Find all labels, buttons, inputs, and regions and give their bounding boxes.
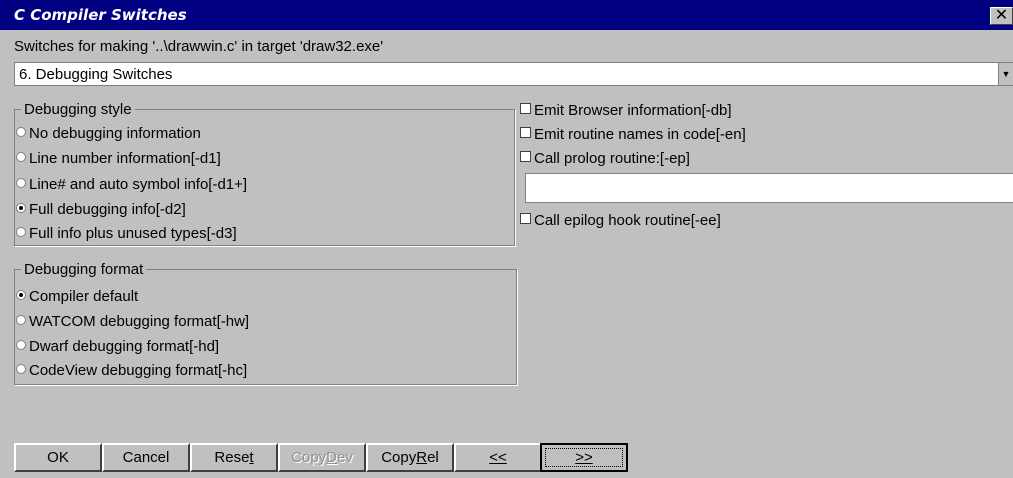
prolog-routine-input[interactable] — [525, 173, 1013, 203]
radio-full-unused-types[interactable]: Full info plus unused types[-d3] — [16, 225, 237, 243]
switches-description: Switches for making '..\drawwin.c' in ta… — [14, 38, 384, 55]
radio-icon — [16, 315, 26, 325]
checkbox-icon — [520, 151, 531, 162]
reset-label-mnemonic: t — [249, 449, 254, 466]
checkbox-icon — [520, 127, 531, 138]
copydev-button[interactable]: CopyDev — [278, 443, 366, 472]
radio-icon — [16, 152, 26, 162]
close-button[interactable]: ✕ — [990, 7, 1013, 25]
radio-line-number[interactable]: Line number information[-d1] — [16, 150, 221, 168]
radio-compiler-default[interactable]: Compiler default — [16, 288, 138, 306]
debugging-format-legend: Debugging format — [24, 261, 144, 278]
window-title: C Compiler Switches — [14, 6, 187, 24]
focus-ring — [545, 448, 623, 467]
radio-codeview-format[interactable]: CodeView debugging format[-hc] — [16, 362, 247, 380]
copydev-label-mnemonic: D — [326, 449, 338, 466]
radio-line-auto-symbol[interactable]: Line# and auto symbol info[-d1+] — [16, 176, 247, 194]
radio-icon — [16, 340, 26, 350]
radio-full-debugging[interactable]: Full debugging info[-d2] — [16, 201, 186, 219]
checkbox-label: Emit Browser information[-db] — [534, 102, 732, 119]
radio-label: Line# and auto symbol info[-d1+] — [29, 176, 248, 193]
radio-icon — [16, 127, 26, 137]
cancel-label: Cancel — [122, 449, 170, 466]
close-icon: ✕ — [994, 7, 1009, 24]
checkbox-label: Emit routine names in code[-en] — [534, 126, 746, 143]
switch-category-value: 6. Debugging Switches — [19, 66, 173, 83]
checkbox-icon — [520, 103, 531, 114]
radio-selected-icon — [16, 203, 26, 213]
previous-label: << — [489, 449, 507, 466]
reset-button[interactable]: Reset — [190, 443, 278, 472]
checkbox-icon — [520, 213, 531, 224]
radio-label: Full info plus unused types[-d3] — [29, 225, 237, 242]
checkbox-emit-browser-info[interactable]: Emit Browser information[-db] — [520, 102, 732, 120]
radio-label: Line number information[-d1] — [29, 150, 221, 167]
radio-label: CodeView debugging format[-hc] — [29, 362, 248, 379]
reset-label-prefix: Rese — [214, 449, 250, 466]
radio-watcom-format[interactable]: WATCOM debugging format[-hw] — [16, 313, 249, 331]
ok-button[interactable]: OK — [14, 443, 102, 472]
copyrel-button[interactable]: CopyRel — [366, 443, 454, 472]
copydev-label-suffix: ev — [337, 449, 353, 466]
ok-label: OK — [47, 449, 69, 466]
cancel-button[interactable]: Cancel — [102, 443, 190, 472]
radio-selected-icon — [16, 290, 26, 300]
radio-label: Dwarf debugging format[-hd] — [29, 338, 220, 355]
copydev-label-prefix: Copy — [291, 449, 327, 466]
previous-button[interactable]: << — [454, 443, 542, 472]
dropdown-arrow-icon[interactable]: ▼ — [998, 63, 1013, 85]
next-button[interactable]: >> — [540, 443, 628, 472]
copyrel-label-prefix: Copy — [381, 449, 417, 466]
radio-label: WATCOM debugging format[-hw] — [29, 313, 250, 330]
copyrel-label-mnemonic: R — [416, 449, 428, 466]
radio-dwarf-format[interactable]: Dwarf debugging format[-hd] — [16, 338, 219, 356]
radio-label: Compiler default — [29, 288, 139, 305]
radio-icon — [16, 178, 26, 188]
switch-category-select[interactable]: 6. Debugging Switches ▼ — [14, 62, 1013, 86]
title-bar: C Compiler Switches ✕ — [0, 0, 1013, 30]
checkbox-call-epilog[interactable]: Call epilog hook routine[-ee] — [520, 212, 721, 230]
checkbox-label: Call epilog hook routine[-ee] — [534, 212, 721, 229]
checkbox-call-prolog[interactable]: Call prolog routine:[-ep] — [520, 150, 690, 168]
debugging-style-legend: Debugging style — [24, 101, 132, 118]
radio-label: Full debugging info[-d2] — [29, 201, 186, 218]
radio-label: No debugging information — [29, 125, 201, 142]
radio-no-debugging[interactable]: No debugging information — [16, 125, 201, 143]
checkbox-label: Call prolog routine:[-ep] — [534, 150, 690, 167]
radio-icon — [16, 364, 26, 374]
checkbox-emit-routine-names[interactable]: Emit routine names in code[-en] — [520, 126, 746, 144]
radio-icon — [16, 227, 26, 237]
copyrel-label-suffix: el — [427, 449, 439, 466]
